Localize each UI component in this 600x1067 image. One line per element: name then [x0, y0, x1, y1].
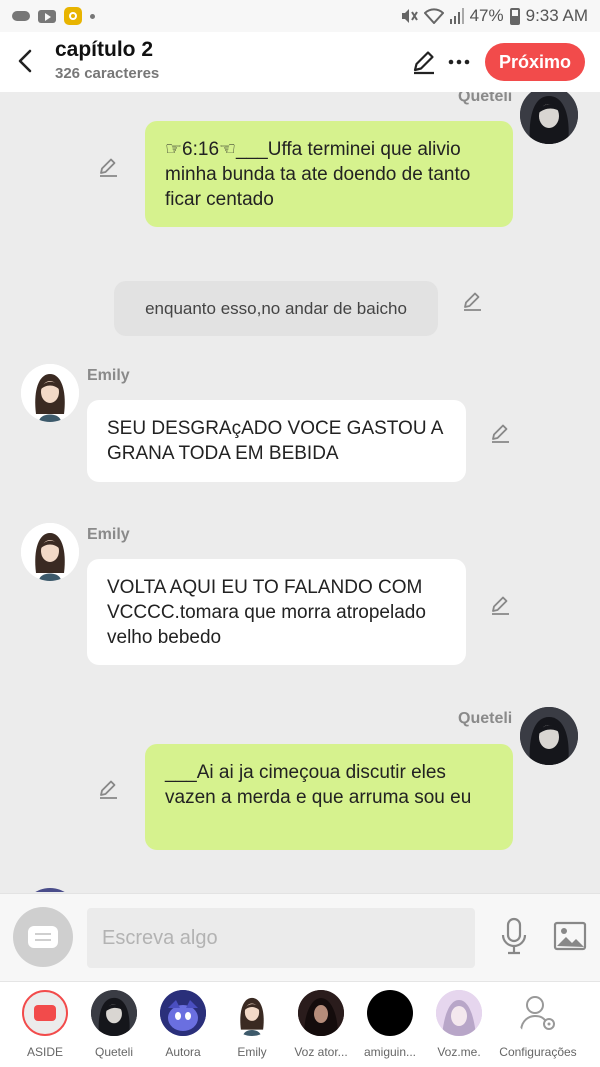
- pencil-icon: [492, 424, 509, 443]
- character-selector: ASIDE Queteli Autora Emily Voz ator... a…: [0, 981, 600, 1067]
- avatar-emily[interactable]: [21, 523, 79, 581]
- message-author: Emily: [87, 526, 130, 543]
- aside-icon: [22, 990, 68, 1036]
- mute-icon: [401, 9, 418, 23]
- message-input[interactable]: [87, 908, 475, 968]
- message-bubble-me[interactable]: ☞6:16☜___Uffa terminei que alivio minha …: [145, 121, 513, 227]
- more-options-button[interactable]: [446, 44, 472, 74]
- microphone-icon: [501, 917, 527, 955]
- clock: 9:33 AM: [525, 6, 588, 25]
- edit-message-button[interactable]: [98, 778, 120, 800]
- wifi-icon: [423, 8, 444, 24]
- avatar-autora: [160, 990, 206, 1036]
- battery-percent: 47%: [469, 6, 504, 25]
- avatar-emily-image: [229, 990, 275, 1036]
- edit-message-button[interactable]: [490, 422, 512, 444]
- character-voz-me[interactable]: Voz.me.: [424, 990, 494, 1059]
- pencil-icon: [100, 158, 117, 177]
- avatar-emily-image: [21, 523, 79, 581]
- avatar-queteli[interactable]: [520, 707, 578, 765]
- edit-message-button[interactable]: [490, 594, 512, 616]
- next-button[interactable]: Próximo: [485, 43, 585, 81]
- character-label: Configurações: [499, 1045, 577, 1059]
- composer-bar: [0, 893, 600, 981]
- system-icons: 47% 9:33 AM: [400, 6, 588, 26]
- settings-person-icon: [515, 990, 561, 1036]
- message-author: Queteli: [458, 92, 513, 105]
- voice-button[interactable]: [498, 916, 530, 956]
- more-dots-icon: [448, 59, 470, 65]
- character-voz-ator[interactable]: Voz ator...: [286, 990, 356, 1059]
- avatar-autora-image: [160, 990, 206, 1036]
- back-button[interactable]: [10, 46, 40, 76]
- character-label: Voz ator...: [294, 1045, 348, 1059]
- message-author: Queteli: [458, 710, 513, 727]
- notification-icons: [12, 7, 95, 25]
- pencil-icon: [413, 51, 434, 75]
- status-bar: 47% 9:33 AM: [0, 0, 600, 32]
- edit-message-button[interactable]: [98, 156, 120, 178]
- message-type-button[interactable]: [13, 907, 73, 967]
- avatar-queteli: [91, 990, 137, 1036]
- amino-icon: [64, 7, 82, 25]
- avatar-voz-ator: [298, 990, 344, 1036]
- signal-icon: [449, 8, 464, 24]
- avatar-queteli[interactable]: [520, 92, 578, 144]
- avatar-voz-me-image: [436, 990, 482, 1036]
- message-bubble-other[interactable]: SEU DESGRAçADO VOCE GASTOU A GRANA TODA …: [87, 400, 466, 482]
- character-autora[interactable]: Autora: [148, 990, 218, 1059]
- message-author: Emily: [87, 367, 130, 384]
- character-label: amiguin...: [363, 1045, 417, 1059]
- avatar-queteli-image: [520, 92, 578, 144]
- edit-message-button[interactable]: [462, 290, 484, 312]
- avatar-emily-image: [21, 364, 79, 422]
- avatar-voz-me: [436, 990, 482, 1036]
- avatar-amiguin: [367, 990, 413, 1036]
- pencil-icon: [100, 780, 117, 799]
- image-icon: [553, 921, 587, 951]
- title-block: capítulo 2 326 caracteres: [55, 38, 159, 82]
- pencil-icon: [464, 292, 481, 311]
- avatar-voz-ator-image: [298, 990, 344, 1036]
- character-label: Autora: [165, 1045, 201, 1059]
- pencil-icon: [492, 596, 509, 615]
- character-label: ASIDE: [26, 1045, 63, 1059]
- message-bubble-other[interactable]: VOLTA AQUI EU TO FALANDO COM VCCCC.tomar…: [87, 559, 466, 665]
- avatar-emily: [229, 990, 275, 1036]
- more-notifications-dot-icon: [90, 13, 95, 19]
- edit-title-button[interactable]: [410, 48, 438, 76]
- chevron-left-icon: [18, 49, 32, 73]
- chapter-title: capítulo 2: [55, 38, 154, 61]
- chat-bubble-icon: [28, 926, 58, 948]
- battery-icon: [509, 7, 520, 25]
- character-label: Voz.me.: [437, 1045, 481, 1059]
- cloud-icon: [12, 11, 30, 21]
- character-queteli[interactable]: Queteli: [79, 990, 149, 1059]
- character-label: Queteli: [94, 1045, 134, 1059]
- character-emily[interactable]: Emily: [217, 990, 287, 1059]
- character-amiguin[interactable]: amiguin...: [355, 990, 425, 1059]
- chapter-header: capítulo 2 326 caracteres Próximo: [0, 32, 600, 92]
- avatar-partial: [21, 888, 79, 892]
- youtube-icon: [38, 9, 56, 23]
- chat-bubble-icon: [34, 1005, 56, 1021]
- message-bubble-me[interactable]: ___Ai ai ja cimeçoua discutir eles vazen…: [145, 744, 513, 850]
- settings-button[interactable]: Configurações: [496, 990, 580, 1059]
- avatar-queteli-image: [91, 990, 137, 1036]
- character-label: Emily: [237, 1045, 267, 1059]
- chat-area[interactable]: Queteli ☞6:16☜___Uffa terminei que alivi…: [0, 92, 600, 892]
- narration-bubble[interactable]: enquanto esso,no andar de baicho: [114, 281, 438, 336]
- character-aside[interactable]: ASIDE: [10, 990, 80, 1059]
- image-button[interactable]: [553, 920, 587, 952]
- avatar-emily[interactable]: [21, 364, 79, 422]
- avatar-queteli-image: [520, 707, 578, 765]
- character-count: 326 caracteres: [55, 65, 160, 82]
